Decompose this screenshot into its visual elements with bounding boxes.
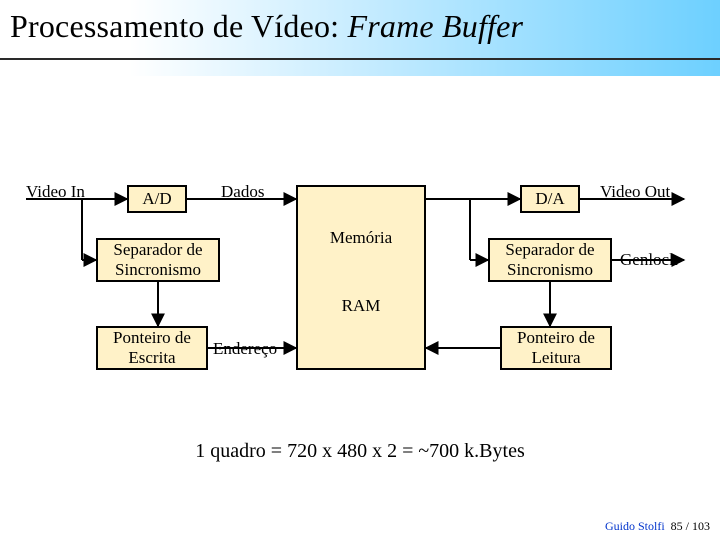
text-ponteiro-leitura: Ponteiro de Leitura [502, 328, 610, 367]
label-video-out: Video Out [600, 182, 670, 202]
text-sep-sinc-right: Separador de Sincronismo [490, 240, 610, 279]
box-memory [296, 185, 426, 370]
text-sep-sinc-left: Separador de Sincronismo [98, 240, 218, 279]
caption: 1 quadro = 720 x 480 x 2 = ~700 k.Bytes [0, 440, 720, 463]
box-sep-sinc-right: Separador de Sincronismo [488, 238, 612, 282]
title-italic: Frame Buffer [347, 8, 523, 44]
box-ad: A/D [127, 185, 187, 213]
label-memoria: Memória [296, 228, 426, 248]
footer: Guido Stolfi 85 / 103 [605, 519, 710, 534]
label-ram: RAM [296, 296, 426, 316]
title-band: Processamento de Vídeo: Frame Buffer [0, 0, 720, 76]
label-dados: Dados [221, 182, 264, 202]
box-ponteiro-leitura: Ponteiro de Leitura [500, 326, 612, 370]
footer-author: Guido Stolfi [605, 519, 665, 533]
title-underline [0, 58, 720, 60]
page-title: Processamento de Vídeo: Frame Buffer [10, 8, 523, 45]
text-ponteiro-escrita: Ponteiro de Escrita [98, 328, 206, 367]
label-endereco: Endereço [213, 339, 277, 359]
box-da: D/A [520, 185, 580, 213]
box-sep-sinc-left: Separador de Sincronismo [96, 238, 220, 282]
label-video-in: Video In [26, 182, 85, 202]
label-genlock: Genlock [620, 250, 678, 270]
box-ponteiro-escrita: Ponteiro de Escrita [96, 326, 208, 370]
footer-page: 85 / 103 [671, 519, 710, 533]
title-plain: Processamento de Vídeo: [10, 8, 347, 44]
